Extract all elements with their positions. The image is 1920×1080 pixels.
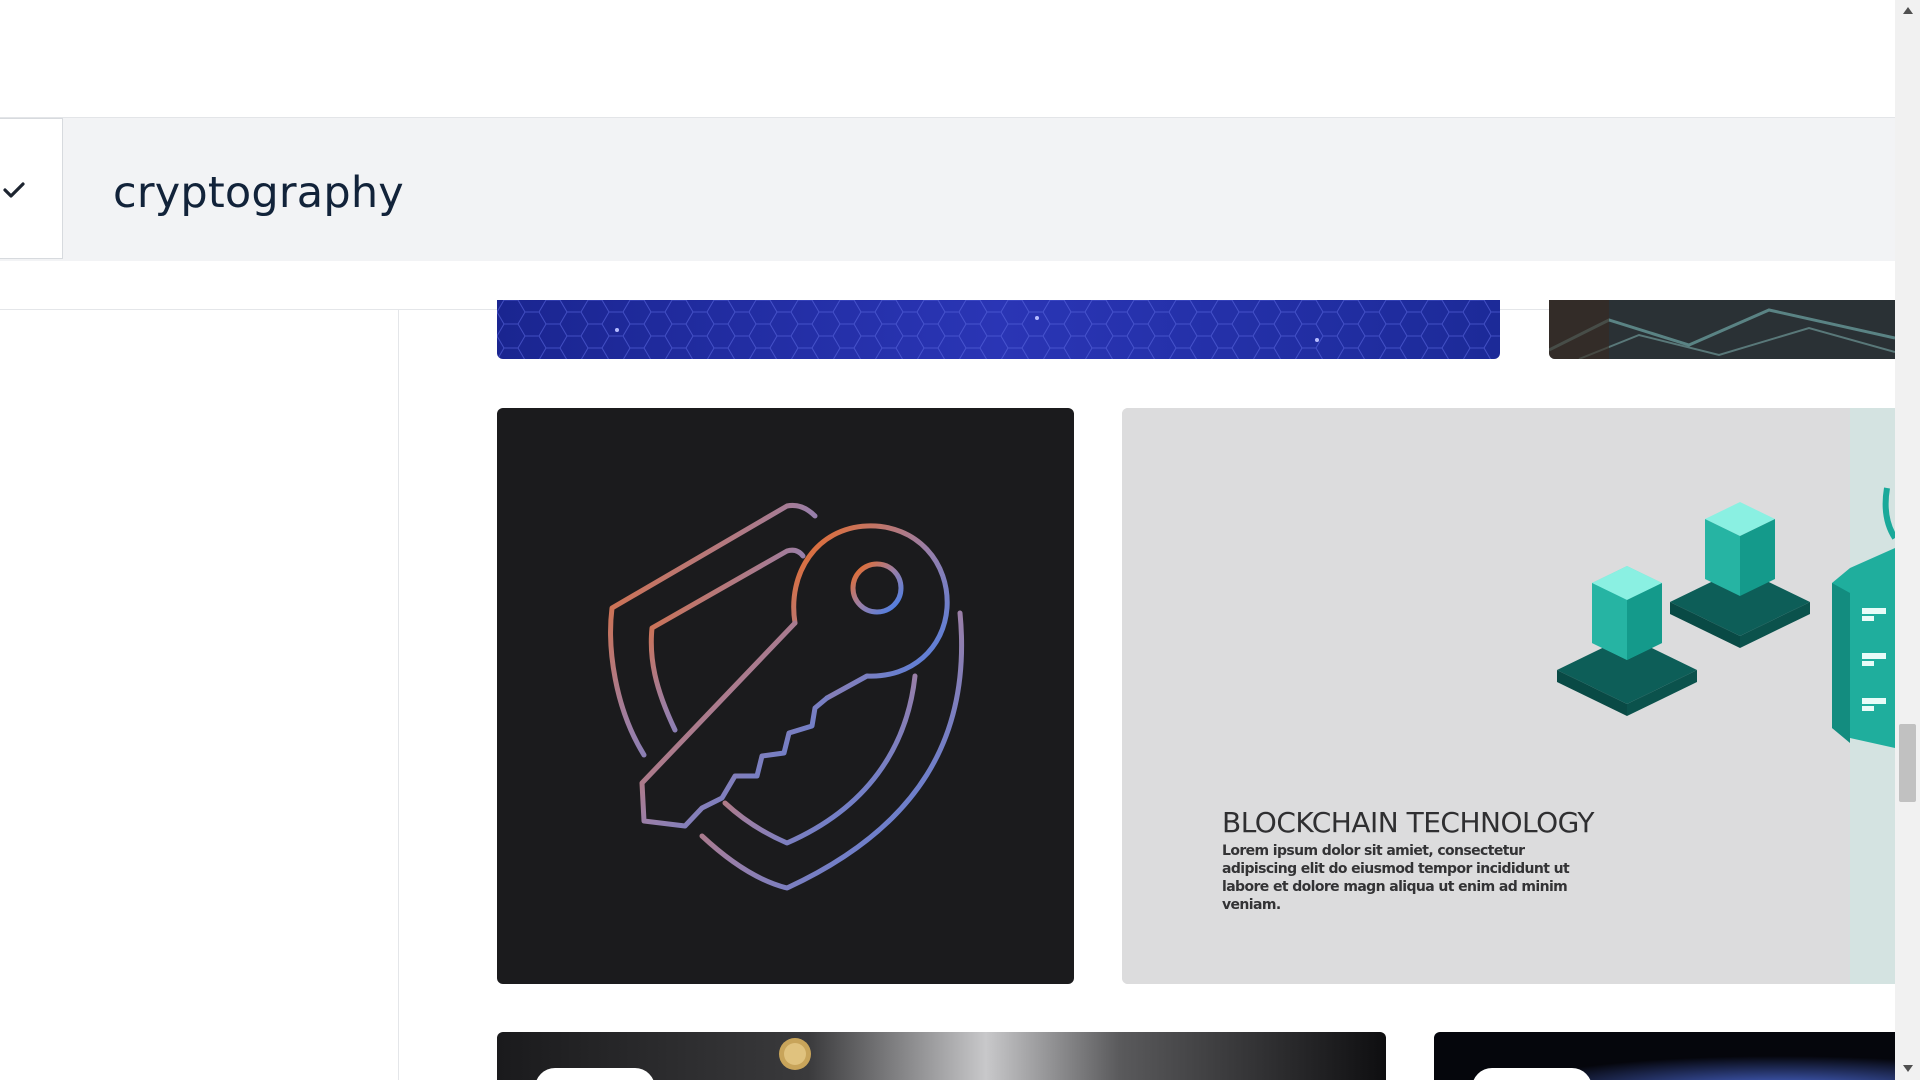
sidebar-divider [398, 310, 399, 1080]
circuit-board-image [1549, 300, 1895, 359]
scroll-up-arrow[interactable] [1895, 0, 1920, 20]
scrollbar-thumb[interactable] [1899, 724, 1916, 802]
card-badge [535, 1068, 655, 1080]
triangle-up-icon [1902, 6, 1913, 14]
result-card-key-shield[interactable] [497, 408, 1074, 984]
result-card-coins[interactable] [497, 1032, 1386, 1080]
filter-toggle-button[interactable] [0, 118, 63, 259]
result-card-space[interactable] [1434, 1032, 1895, 1080]
blockchain-title: BLOCKCHAIN TECHNOLOGY [1222, 806, 1595, 839]
triangle-down-icon [1902, 1064, 1913, 1072]
vertical-scrollbar[interactable] [1895, 0, 1920, 1080]
checkmark-icon [3, 182, 25, 198]
key-shield-icon [608, 503, 965, 891]
neon-key-shield-image [608, 503, 965, 891]
search-query-bar: cryptography [0, 117, 1895, 261]
blockchain-body-text: Lorem ipsum dolor sit amiet, consectetur… [1222, 843, 1570, 913]
result-card-hexagon[interactable] [497, 300, 1500, 359]
result-card-circuit[interactable] [1549, 300, 1895, 359]
blue-hexagon-network-image [497, 300, 1500, 359]
scroll-down-arrow[interactable] [1895, 1058, 1920, 1078]
search-query-text: cryptography [113, 168, 404, 218]
result-card-blockchain[interactable]: BLOCKCHAIN TECHNOLOGY Lorem ipsum dolor … [1122, 408, 1895, 984]
viewport: cryptography BLOCKCHAIN TECHNOLOGY Lorem… [0, 0, 1895, 1080]
card-badge [1472, 1068, 1592, 1080]
